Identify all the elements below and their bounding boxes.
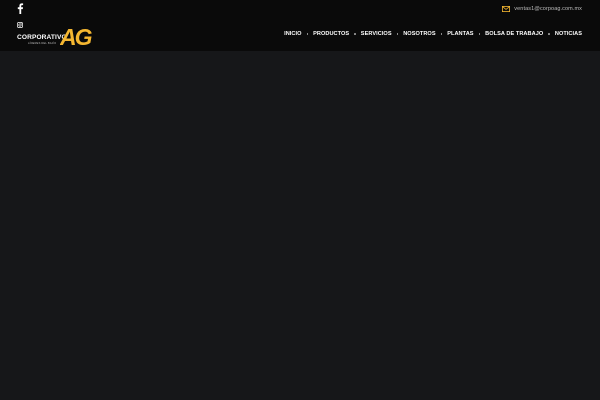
contact-email[interactable]: ventas1@corpoag.com.mx	[502, 3, 582, 14]
nav-separator	[548, 33, 550, 35]
nav-separator	[354, 33, 356, 35]
nav-separator	[306, 33, 309, 35]
hero-section	[0, 51, 600, 400]
facebook-icon[interactable]	[16, 3, 24, 14]
nav-item-inicio[interactable]: INICIO	[284, 31, 301, 37]
nav-separator	[396, 33, 399, 35]
nav-item-plantas[interactable]: PLANTAS	[447, 31, 473, 37]
nav-item-productos[interactable]: PRODUCTOS	[313, 31, 349, 37]
email-link[interactable]: ventas1@corpoag.com.mx	[514, 6, 582, 12]
nav-separator	[478, 33, 481, 35]
nav-item-servicios[interactable]: SERVICIOS	[361, 31, 392, 37]
monogram-text: AG	[60, 24, 93, 48]
nav-item-bolsa-de-trabajo[interactable]: BOLSA DE TRABAJO	[485, 31, 543, 37]
brand-tagline: LÍDERES DEL BAJÍO	[28, 42, 57, 45]
nav-item-noticias[interactable]: NOTICIAS	[555, 31, 582, 37]
main-nav: INICIO PRODUCTOS SERVICIOS NOSOTROS PLAN…	[284, 17, 582, 51]
ag-monogram-logo: AG	[60, 24, 95, 48]
top-bar: ventas1@corpoag.com.mx	[0, 0, 600, 17]
mail-icon	[502, 5, 511, 12]
site-header: CORPORATIVO LÍDERES DEL BAJÍO AG INICIO …	[0, 17, 600, 51]
brand-logo[interactable]: CORPORATIVO LÍDERES DEL BAJÍO AG	[17, 24, 99, 48]
nav-item-nosotros[interactable]: NOSOTROS	[403, 31, 435, 37]
nav-separator	[440, 33, 443, 35]
